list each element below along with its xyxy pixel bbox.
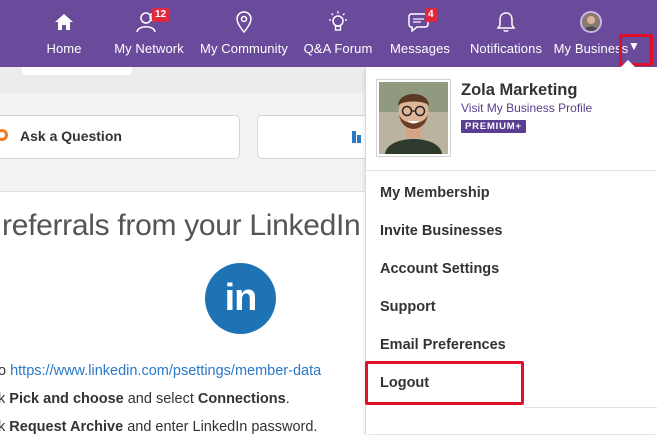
- nav-qa-forum-label: Q&A Forum: [303, 41, 373, 56]
- visit-profile-link[interactable]: Visit My Business Profile: [461, 101, 592, 115]
- home-icon: [49, 10, 79, 34]
- nav-my-network[interactable]: 12 My Network: [111, 0, 187, 67]
- nav-notifications-label: Notifications: [469, 41, 543, 56]
- network-icon: 12: [134, 8, 170, 34]
- instruction-1-prefix: o: [0, 363, 7, 379]
- menu-item-my-membership[interactable]: My Membership: [380, 185, 490, 201]
- instruction-2-bold-1: Pick and choose: [9, 391, 124, 407]
- map-pin-icon: [229, 10, 259, 34]
- nav-notifications[interactable]: Notifications: [465, 0, 547, 67]
- nav-my-community-label: My Community: [200, 41, 288, 56]
- nav-my-network-label: My Network: [114, 41, 184, 56]
- instruction-2-end: .: [285, 391, 290, 407]
- lightbulb-icon: [323, 10, 353, 34]
- instruction-line-2: k Pick and choose and select Connections…: [0, 391, 290, 407]
- nav-my-business-label: My Business: [553, 41, 629, 56]
- nav-messages-label: Messages: [389, 41, 451, 56]
- menu-item-support[interactable]: Support: [380, 299, 436, 315]
- ask-question-label: Ask a Question: [20, 128, 122, 144]
- messages-badge: 4: [425, 8, 437, 22]
- highlight-box-logout: [365, 361, 524, 405]
- instruction-3-prefix: k: [0, 419, 6, 435]
- profile-photo[interactable]: [376, 79, 451, 157]
- profile-name: Zola Marketing: [461, 81, 578, 99]
- top-navigation-bar: Home 12 My Network My Community Q&A Foru…: [0, 0, 657, 67]
- nav-qa-forum[interactable]: Q&A Forum: [302, 0, 374, 67]
- linkedin-logo-icon: in: [205, 263, 276, 334]
- dropdown-bottom-border: [524, 407, 657, 408]
- bell-icon: [491, 10, 521, 34]
- instruction-3-bold: Request Archive: [9, 419, 124, 435]
- instruction-2-prefix: k: [0, 391, 6, 407]
- dropdown-pointer: [620, 60, 636, 68]
- network-badge: 12: [152, 8, 170, 22]
- partial-action-icon: [352, 131, 362, 146]
- nav-my-business[interactable]: My Business: [553, 0, 629, 67]
- nav-my-community[interactable]: My Community: [198, 0, 290, 67]
- nav-messages[interactable]: 4 Messages: [388, 0, 452, 67]
- linkedin-settings-link[interactable]: https://www.linkedin.com/psettings/membe…: [10, 363, 321, 379]
- page-heading: referrals from your LinkedIn: [2, 209, 361, 242]
- nav-home[interactable]: Home: [36, 0, 92, 67]
- instruction-line-3: k Request Archive and enter LinkedIn pas…: [0, 419, 317, 435]
- instruction-line-1: o https://www.linkedin.com/psettings/mem…: [0, 363, 321, 379]
- dropdown-divider: [366, 170, 657, 171]
- nav-home-label: Home: [46, 41, 82, 56]
- business-avatar-icon: [576, 10, 606, 34]
- menu-item-account-settings[interactable]: Account Settings: [380, 261, 499, 277]
- instruction-2-mid: and select: [123, 391, 198, 407]
- chat-icon: 4: [405, 8, 437, 34]
- menu-item-invite-businesses[interactable]: Invite Businesses: [380, 223, 503, 239]
- instruction-2-bold-2: Connections: [197, 391, 286, 407]
- menu-item-email-preferences[interactable]: Email Preferences: [380, 337, 506, 353]
- background-tab: [22, 67, 132, 75]
- premium-badge: PREMIUM+: [461, 120, 526, 133]
- instruction-3-end: and enter LinkedIn password.: [123, 419, 318, 435]
